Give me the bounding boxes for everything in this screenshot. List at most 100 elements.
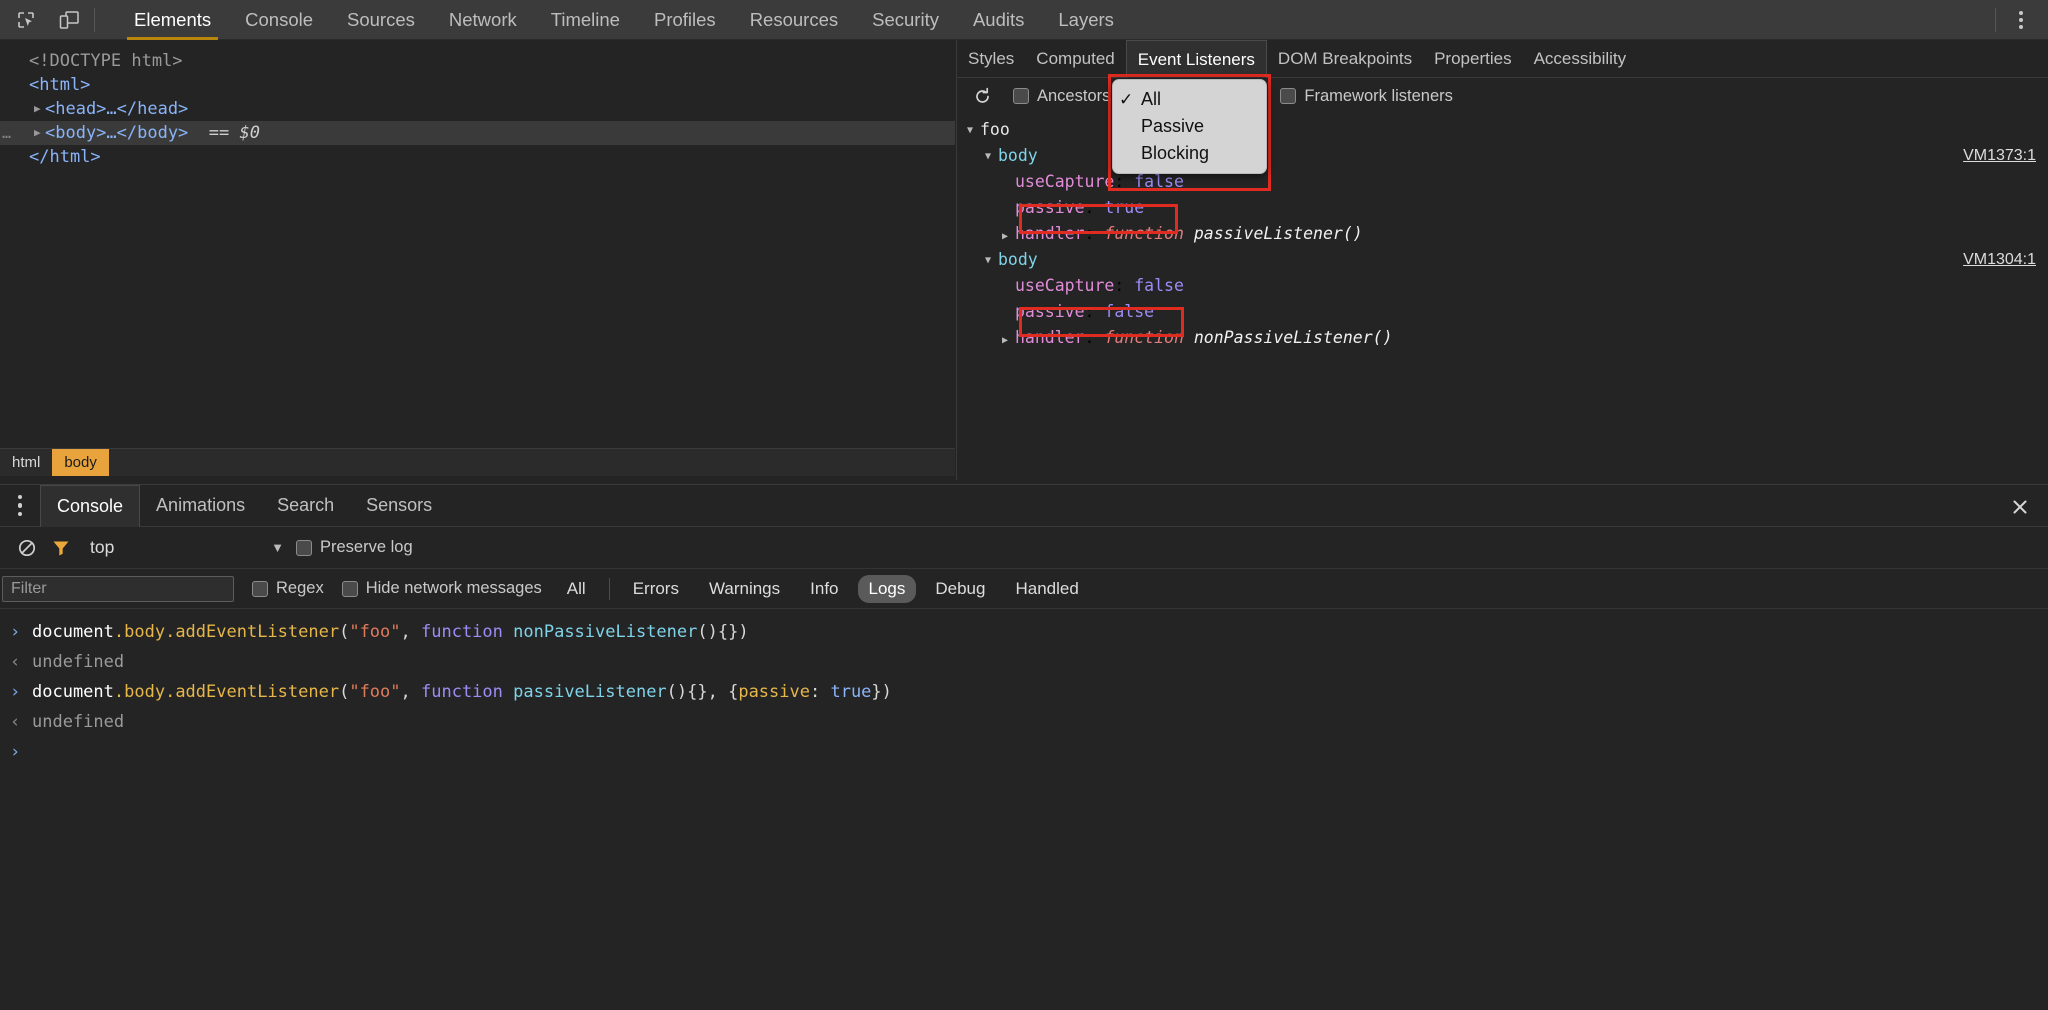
breadcrumb: htmlbody [0, 448, 955, 476]
listener-handler-label: handler [1015, 328, 1085, 347]
listener-property-value: true [1104, 198, 1144, 217]
check-icon: ✓ [1119, 90, 1141, 110]
dropdown-item-passive[interactable]: ✓Passive [1113, 113, 1266, 140]
sidebar-tab-computed[interactable]: Computed [1025, 40, 1125, 78]
refresh-icon[interactable] [967, 81, 997, 111]
device-toolbar-icon[interactable] [52, 6, 86, 34]
listener-source-link[interactable]: VM1373:1 [1963, 143, 2036, 169]
sidebar-tab-accessibility[interactable]: Accessibility [1523, 40, 1638, 78]
code-token: function [421, 622, 503, 642]
dom-tree[interactable]: <!DOCTYPE html><html>▶<head>…</head>…▶<b… [0, 40, 955, 169]
console-result-value: undefined [32, 707, 124, 737]
tab-console[interactable]: Console [228, 0, 330, 40]
sidebar-tab-event-listeners[interactable]: Event Listeners [1126, 40, 1267, 78]
console-output: ›document.body.addEventListener("foo", f… [0, 609, 2048, 767]
code-token [503, 682, 513, 702]
regex-checkbox[interactable]: Regex [252, 579, 324, 598]
drawer-tab-animations[interactable]: Animations [140, 485, 261, 527]
check-icon: ✓ [1119, 117, 1141, 137]
listener-property-value: false [1134, 172, 1184, 191]
execution-context-select[interactable]: top ▼ [90, 537, 290, 558]
listener-property-separator: : [1085, 302, 1105, 321]
code-token: passive [738, 682, 810, 702]
listener-node-row: ▼bodyVM1304:1 [957, 247, 2048, 273]
ancestors-label: Ancestors [1037, 87, 1110, 106]
expand-triangle-icon[interactable]: ▼ [967, 118, 980, 144]
log-level-all[interactable]: All [556, 575, 597, 603]
dropdown-item-blocking[interactable]: ✓Blocking [1113, 140, 1266, 167]
listener-property-value: false [1104, 302, 1154, 321]
expand-triangle-icon[interactable]: ▶ [34, 97, 45, 121]
listener-handler-row: ▶handler: function nonPassiveListener() [957, 325, 2048, 351]
tab-timeline[interactable]: Timeline [534, 0, 637, 40]
code-token: }) [871, 682, 891, 702]
listener-property-separator: : [1114, 172, 1134, 191]
console-prompt-row[interactable]: › [0, 737, 2048, 767]
inspect-element-icon[interactable] [9, 6, 43, 34]
filter-divider [609, 578, 610, 600]
code-token: function [421, 682, 503, 702]
code-token: , [401, 622, 421, 642]
tab-resources[interactable]: Resources [733, 0, 855, 40]
console-result-value: undefined [32, 647, 124, 677]
code-token: "foo" [349, 622, 400, 642]
log-level-debug[interactable]: Debug [924, 575, 996, 603]
checkbox-box [342, 581, 358, 597]
tab-profiles[interactable]: Profiles [637, 0, 733, 40]
tab-audits[interactable]: Audits [956, 0, 1041, 40]
log-level-warnings[interactable]: Warnings [698, 575, 791, 603]
drawer-tab-console[interactable]: Console [40, 485, 140, 527]
code-token: : [810, 682, 830, 702]
preserve-log-checkbox[interactable]: Preserve log [296, 538, 413, 557]
drawer-tab-search[interactable]: Search [261, 485, 350, 527]
listener-handler-row: ▶handler: function passiveListener() [957, 221, 2048, 247]
code-token: .addEventListener [165, 682, 339, 702]
dom-node-row[interactable]: ▶<head>…</head> [0, 97, 955, 121]
tab-elements[interactable]: Elements [117, 0, 228, 40]
ancestors-checkbox[interactable]: Ancestors [1013, 87, 1110, 106]
preserve-log-label: Preserve log [320, 538, 413, 557]
more-vertical-icon[interactable] [0, 485, 40, 527]
log-level-errors[interactable]: Errors [622, 575, 690, 603]
breadcrumb-item-html[interactable]: html [0, 449, 52, 476]
code-token: .addEventListener [165, 622, 339, 642]
tab-layers[interactable]: Layers [1041, 0, 1131, 40]
sidebar-tab-styles[interactable]: Styles [957, 40, 1025, 78]
sidebar-tab-properties[interactable]: Properties [1423, 40, 1522, 78]
listener-filter-dropdown[interactable]: ✓All✓Passive✓Blocking [1112, 79, 1267, 174]
tab-network[interactable]: Network [432, 0, 534, 40]
code-token: passiveListener [513, 682, 667, 702]
code-token [503, 622, 513, 642]
expand-triangle-icon[interactable]: ▶ [1002, 328, 1015, 354]
filter-input[interactable] [2, 576, 234, 602]
log-level-info[interactable]: Info [799, 575, 849, 603]
clear-console-icon[interactable] [10, 531, 44, 565]
close-icon[interactable] [2006, 493, 2034, 521]
expand-triangle-icon[interactable]: ▶ [34, 121, 45, 145]
tab-security[interactable]: Security [855, 0, 956, 40]
breadcrumb-item-body[interactable]: body [52, 449, 109, 476]
tab-sources[interactable]: Sources [330, 0, 432, 40]
expand-triangle-icon[interactable]: ▼ [985, 144, 998, 170]
sidebar-tab-dom-breakpoints[interactable]: DOM Breakpoints [1267, 40, 1423, 78]
expand-triangle-icon[interactable]: ▼ [985, 248, 998, 274]
dropdown-item-all[interactable]: ✓All [1113, 86, 1266, 113]
dom-node-row[interactable]: <!DOCTYPE html> [0, 49, 955, 73]
log-level-handled[interactable]: Handled [1004, 575, 1089, 603]
filter-funnel-icon[interactable] [44, 531, 78, 565]
listener-handler-keyword: function [1104, 224, 1183, 243]
code-token: (){}) [697, 622, 748, 642]
listener-source-link[interactable]: VM1304:1 [1963, 247, 2036, 273]
listener-handler-name: nonPassiveListener() [1194, 328, 1393, 347]
framework-listeners-checkbox[interactable]: Framework listeners [1280, 87, 1453, 106]
hide-network-messages-checkbox[interactable]: Hide network messages [342, 579, 542, 598]
dom-node-row[interactable]: </html> [0, 145, 955, 169]
code-token: true [830, 682, 871, 702]
dom-node-row[interactable]: …▶<body>…</body> == $0 [0, 121, 955, 145]
console-result-row: ‹undefined [0, 647, 2048, 677]
listener-handler-separator: : [1085, 224, 1105, 243]
dom-node-row[interactable]: <html> [0, 73, 955, 97]
drawer-tab-sensors[interactable]: Sensors [350, 485, 448, 527]
more-vertical-icon[interactable] [2004, 0, 2038, 40]
log-level-logs[interactable]: Logs [858, 575, 917, 603]
